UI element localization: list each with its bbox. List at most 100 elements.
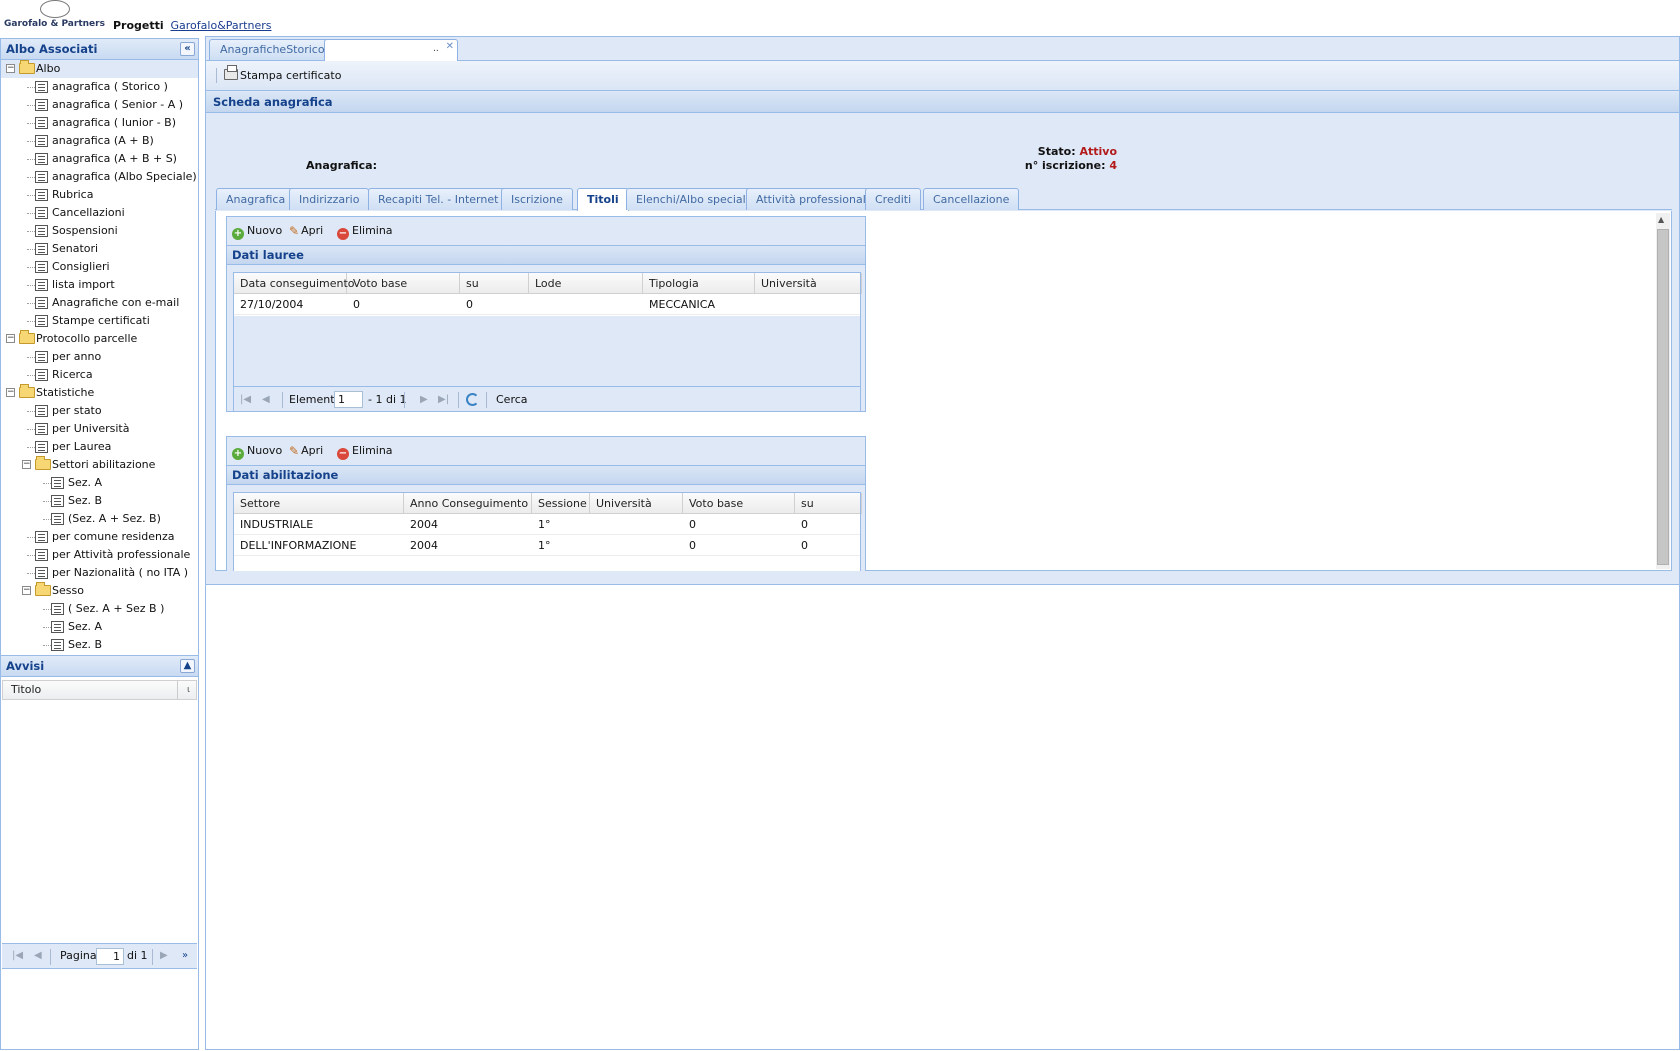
pager-separator <box>486 392 487 408</box>
tab-scheda-active[interactable]: .. ✕ <box>324 39 458 61</box>
tree-item[interactable]: per anno <box>1 348 198 366</box>
tab-attivita-professionali[interactable]: Attività professionali <box>746 188 879 210</box>
west-panel: Albo Associati « − Albo anagrafica ( Stori… <box>0 38 199 1050</box>
table-row[interactable]: 27/10/2004 0 0 MECCANICA <box>234 294 860 315</box>
refresh-icon[interactable] <box>466 393 479 406</box>
next-page-icon[interactable]: ▶ <box>420 387 428 411</box>
tree-item[interactable]: Rubrica <box>1 186 198 204</box>
tree-item[interactable]: ( Sez. A + Sez B ) <box>1 600 198 618</box>
first-page-icon[interactable]: |◀ <box>240 387 251 411</box>
elimina-button[interactable]: − Elimina <box>337 437 393 465</box>
column-header[interactable]: su <box>460 273 529 294</box>
next-page-icon[interactable]: ▶ <box>160 944 168 968</box>
table-cell: INDUSTRIALE <box>240 518 314 531</box>
column-header[interactable]: Sessione <box>532 493 590 514</box>
tree-item[interactable]: Sez. A <box>1 618 198 636</box>
first-page-icon[interactable]: |◀ <box>12 944 23 968</box>
tree-item[interactable]: Sez. B <box>1 492 198 510</box>
column-header[interactable]: Università <box>755 273 862 294</box>
tree-item[interactable]: per comune residenza <box>1 528 198 546</box>
tree-item[interactable]: anagrafica (A + B + S) <box>1 150 198 168</box>
tree-folder[interactable]: − Sesso <box>1 582 198 600</box>
tree-folder[interactable]: − Albo <box>1 60 198 78</box>
tree-folder[interactable]: − Protocollo parcelle <box>1 330 198 348</box>
tree-item[interactable]: (Sez. A + Sez. B) <box>1 510 198 528</box>
column-header-extra[interactable]: ι <box>187 681 190 699</box>
column-header[interactable]: Voto base <box>683 493 795 514</box>
elimina-button[interactable]: − Elimina <box>337 217 393 245</box>
apri-button[interactable]: ✎ Apri <box>289 217 323 245</box>
column-header[interactable]: Data conseguimento <box>234 273 355 294</box>
column-header[interactable]: su <box>795 493 862 514</box>
tree-item[interactable]: Senatori <box>1 240 198 258</box>
tab-crediti[interactable]: Crediti <box>865 188 922 210</box>
collapse-up-icon[interactable]: ▲ <box>180 659 195 673</box>
last-page-icon[interactable]: ▶| <box>438 387 449 411</box>
expand-more-icon[interactable]: » <box>182 944 188 968</box>
tab-titoli[interactable]: Titoli <box>577 188 629 211</box>
column-header-titolo[interactable]: Titolo <box>11 683 41 696</box>
collapse-toggle-icon[interactable]: − <box>22 460 31 469</box>
tree-item[interactable]: Anagrafiche con e-mail <box>1 294 198 312</box>
tab-anagrafiche-storico[interactable]: AnagraficheStorico <box>209 39 336 60</box>
tree-item[interactable]: per Università <box>1 420 198 438</box>
tree-item[interactable]: Sez. A <box>1 474 198 492</box>
column-header[interactable]: Università <box>590 493 683 514</box>
collapse-toggle-icon[interactable]: − <box>6 388 15 397</box>
tree-item[interactable]: Cancellazioni <box>1 204 198 222</box>
tree-item-label: per Nazionalità ( no ITA ) <box>52 566 189 579</box>
column-header[interactable]: Anno Conseguimento <box>404 493 532 514</box>
tree-item[interactable]: per Laurea <box>1 438 198 456</box>
column-header[interactable]: Lode <box>529 273 643 294</box>
tab-elenchi[interactable]: Elenchi/Albo speciali <box>626 188 759 210</box>
tree-item[interactable]: Consiglieri <box>1 258 198 276</box>
tree-item[interactable]: anagrafica ( Iunior - B) <box>1 114 198 132</box>
tree-folder[interactable]: − Settori abilitazione <box>1 456 198 474</box>
scroll-thumb[interactable] <box>1657 229 1669 565</box>
cerca-button[interactable]: Cerca <box>496 387 528 411</box>
dati-abilitazione-header: Dati abilitazione <box>227 465 865 485</box>
double-chevron-left-icon[interactable]: « <box>180 42 195 56</box>
collapse-toggle-icon[interactable]: − <box>22 586 31 595</box>
close-icon[interactable]: ✕ <box>446 41 454 53</box>
apri-button[interactable]: ✎ Apri <box>289 437 323 465</box>
stampa-certificato-button[interactable]: Stampa certificato <box>206 61 346 90</box>
tree-item[interactable]: per Nazionalità ( no ITA ) <box>1 564 198 582</box>
tree-item[interactable]: Sospensioni <box>1 222 198 240</box>
tree-item[interactable]: anagrafica (A + B) <box>1 132 198 150</box>
nuovo-button[interactable]: + Nuovo <box>232 437 282 465</box>
column-header[interactable]: Tipologia <box>643 273 755 294</box>
tree-item[interactable]: per Attività professionale <box>1 546 198 564</box>
collapse-toggle-icon[interactable]: − <box>6 64 15 73</box>
prev-page-icon[interactable]: ◀ <box>34 944 42 968</box>
tree-item[interactable]: anagrafica (Albo Speciale) <box>1 168 198 186</box>
column-header[interactable]: Voto base <box>347 273 460 294</box>
tree-item[interactable]: lista import <box>1 276 198 294</box>
column-header[interactable]: Settore <box>234 493 404 514</box>
tree-item[interactable]: anagrafica ( Senior - A ) <box>1 96 198 114</box>
tab-recapiti[interactable]: Recapiti Tel. - Internet <box>368 188 509 210</box>
prev-page-icon[interactable]: ◀ <box>262 387 270 411</box>
tab-anagrafica[interactable]: Anagrafica <box>216 188 296 210</box>
tab-indirizzario[interactable]: Indirizzario <box>289 188 370 210</box>
table-row[interactable]: DELL'INFORMAZIONE 2004 1° 0 0 <box>234 535 860 556</box>
tree-item[interactable]: Stampe certificati <box>1 312 198 330</box>
tree-item[interactable]: Ricerca <box>1 366 198 384</box>
collapse-toggle-icon[interactable]: − <box>6 334 15 343</box>
tree-item[interactable]: per stato <box>1 402 198 420</box>
table-row[interactable]: INDUSTRIALE 2004 1° 0 0 <box>234 514 860 535</box>
tab-cancellazione[interactable]: Cancellazione <box>923 188 1020 210</box>
tab-iscrizione[interactable]: Iscrizione <box>501 188 573 210</box>
tree-item[interactable]: anagrafica ( Storico ) <box>1 78 198 96</box>
vertical-scrollbar[interactable]: ▲ <box>1656 213 1670 569</box>
tree-item[interactable]: Sez. B <box>1 636 198 654</box>
stampa-certificato-label: Stampa certificato <box>240 69 342 82</box>
app-title-link[interactable]: Garofalo&Partners <box>171 19 272 32</box>
nuovo-button[interactable]: + Nuovo <box>232 217 282 245</box>
page-number-input[interactable]: 1 <box>96 948 124 965</box>
tree-folder[interactable]: − Statistiche <box>1 384 198 402</box>
scroll-up-icon[interactable]: ▲ <box>1658 215 1664 224</box>
item-number-input[interactable]: 1 <box>334 391 363 408</box>
delete-icon: − <box>337 448 349 460</box>
tree-connector <box>27 375 35 376</box>
